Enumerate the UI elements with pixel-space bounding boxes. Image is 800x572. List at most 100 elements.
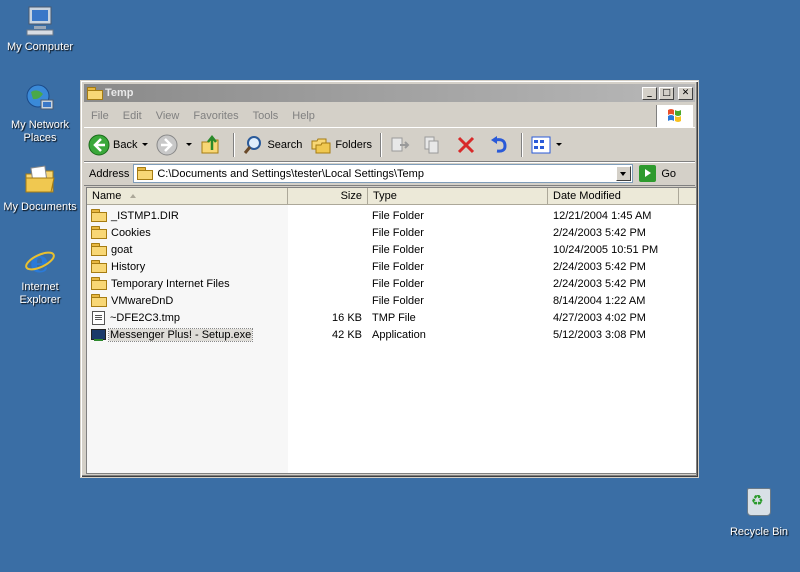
file-rows: _ISTMP1.DIR File Folder 12/21/2004 1:45 … xyxy=(87,207,696,343)
folder-icon xyxy=(87,87,103,100)
table-row[interactable]: VMwareDnD File Folder 8/14/2004 1:22 AM xyxy=(87,292,696,309)
window-title: Temp xyxy=(105,87,134,99)
table-row[interactable]: Temporary Internet Files File Folder 2/2… xyxy=(87,275,696,292)
address-dropdown-button[interactable] xyxy=(616,166,632,181)
column-header-size[interactable]: Size xyxy=(288,188,368,205)
forward-button[interactable] xyxy=(152,131,196,159)
menu-view[interactable]: View xyxy=(149,110,187,122)
svg-text:e: e xyxy=(30,245,49,278)
explorer-window[interactable]: Temp _ □ ✕ File Edit View Favorites Tool… xyxy=(80,80,699,478)
menu-favorites[interactable]: Favorites xyxy=(186,110,245,122)
address-input[interactable]: C:\Documents and Settings\tester\Local S… xyxy=(133,164,634,183)
desktop-icon-my-computer[interactable]: My Computer xyxy=(0,4,80,54)
file-type: Application xyxy=(372,328,426,341)
file-date: 2/24/2003 5:42 PM xyxy=(553,277,646,290)
forward-dropdown-icon[interactable] xyxy=(186,143,193,146)
file-date: 4/27/2003 4:02 PM xyxy=(553,311,646,324)
application-icon xyxy=(91,328,106,342)
menu-tools[interactable]: Tools xyxy=(246,110,286,122)
search-button[interactable]: Search xyxy=(238,131,306,159)
up-folder-button[interactable] xyxy=(196,131,229,159)
toolbar-separator xyxy=(521,132,523,157)
desktop-icon-label: Explorer xyxy=(19,294,61,306)
file-date: 8/14/2004 1:22 AM xyxy=(553,294,646,307)
address-label: Address xyxy=(89,167,130,180)
folder-icon xyxy=(91,209,107,222)
file-type: File Folder xyxy=(372,260,424,273)
close-button[interactable]: ✕ xyxy=(678,86,693,100)
undo-icon xyxy=(488,134,510,156)
table-row[interactable]: Messenger Plus! - Setup.exe 42 KB Applic… xyxy=(87,326,696,343)
copy-to-button[interactable] xyxy=(418,131,451,159)
undo-button[interactable] xyxy=(484,131,517,159)
delete-x-icon xyxy=(455,134,477,156)
file-size: 16 KB xyxy=(332,311,362,324)
back-button[interactable]: Back xyxy=(84,131,152,159)
folder-icon xyxy=(91,260,107,273)
column-header-label: Type xyxy=(373,190,397,202)
column-header-label: Name xyxy=(92,190,122,202)
toolbar-separator xyxy=(380,132,382,157)
menu-edit[interactable]: Edit xyxy=(116,110,149,122)
file-name: Temporary Internet Files xyxy=(111,277,230,290)
go-label: Go xyxy=(661,167,677,180)
file-name: ~DFE2C3.tmp xyxy=(110,311,180,324)
views-dropdown-icon[interactable] xyxy=(556,143,563,146)
column-header-filler xyxy=(679,188,696,205)
table-row[interactable]: goat File Folder 10/24/2005 10:51 PM xyxy=(87,241,696,258)
windows-logo-icon xyxy=(656,105,693,127)
file-date: 2/24/2003 5:42 PM xyxy=(553,226,646,239)
desktop-icon-my-network-places[interactable]: My Network Places xyxy=(0,82,80,145)
folder-icon xyxy=(137,167,154,180)
title-bar[interactable]: Temp _ □ ✕ xyxy=(84,84,695,102)
sort-ascending-icon xyxy=(130,194,136,198)
folders-icon xyxy=(310,134,332,156)
file-list[interactable]: Name Size Type Date Modified _ISTMP1.DIR… xyxy=(86,187,697,474)
file-type: File Folder xyxy=(372,243,424,256)
column-header-date-modified[interactable]: Date Modified xyxy=(548,188,679,205)
file-type: File Folder xyxy=(372,277,424,290)
column-header-name[interactable]: Name xyxy=(87,188,288,205)
documents-folder-icon xyxy=(23,164,57,198)
back-arrow-icon xyxy=(88,134,110,156)
address-bar: Address C:\Documents and Settings\tester… xyxy=(84,162,695,186)
computer-icon xyxy=(23,4,57,38)
delete-button[interactable] xyxy=(451,131,484,159)
desktop-icon-label: My Documents xyxy=(3,201,77,213)
recycle-bin-icon xyxy=(747,488,771,516)
desktop-icon-internet-explorer[interactable]: e Internet Explorer xyxy=(0,244,80,307)
file-date: 10/24/2005 10:51 PM xyxy=(553,243,659,256)
go-button[interactable]: Go xyxy=(639,165,676,182)
maximize-button[interactable]: □ xyxy=(659,86,674,100)
copy-to-icon xyxy=(422,134,444,156)
desktop-icon-label: Recycle Bin xyxy=(729,526,789,538)
folder-up-icon xyxy=(200,134,222,156)
folders-button[interactable]: Folders xyxy=(306,131,376,159)
desktop-icon-my-documents[interactable]: My Documents xyxy=(0,164,80,214)
column-header-type[interactable]: Type xyxy=(368,188,548,205)
move-to-icon xyxy=(389,134,411,156)
search-label: Search xyxy=(267,138,303,151)
toolbar-separator xyxy=(233,132,235,157)
table-row[interactable]: History File Folder 2/24/2003 5:42 PM xyxy=(87,258,696,275)
folder-icon xyxy=(91,277,107,290)
table-row[interactable]: _ISTMP1.DIR File Folder 12/21/2004 1:45 … xyxy=(87,207,696,224)
views-button[interactable] xyxy=(526,131,566,159)
desktop-icon-label: Internet xyxy=(21,281,59,293)
forward-arrow-icon xyxy=(156,134,178,156)
menu-file[interactable]: File xyxy=(84,110,116,122)
folder-icon xyxy=(91,294,107,307)
search-icon xyxy=(242,134,264,156)
file-date: 2/24/2003 5:42 PM xyxy=(553,260,646,273)
back-dropdown-icon[interactable] xyxy=(142,143,149,146)
move-to-button[interactable] xyxy=(385,131,418,159)
desktop-icon-recycle-bin[interactable]: Recycle Bin xyxy=(719,488,799,539)
file-size: 42 KB xyxy=(332,328,362,341)
table-row[interactable]: ~DFE2C3.tmp 16 KB TMP File 4/27/2003 4:0… xyxy=(87,309,696,326)
desktop-icon-label: Places xyxy=(23,132,57,144)
minimize-button[interactable]: _ xyxy=(642,86,657,100)
menu-help[interactable]: Help xyxy=(285,110,322,122)
file-type: File Folder xyxy=(372,294,424,307)
table-row[interactable]: Cookies File Folder 2/24/2003 5:42 PM xyxy=(87,224,696,241)
views-icon xyxy=(530,134,552,156)
